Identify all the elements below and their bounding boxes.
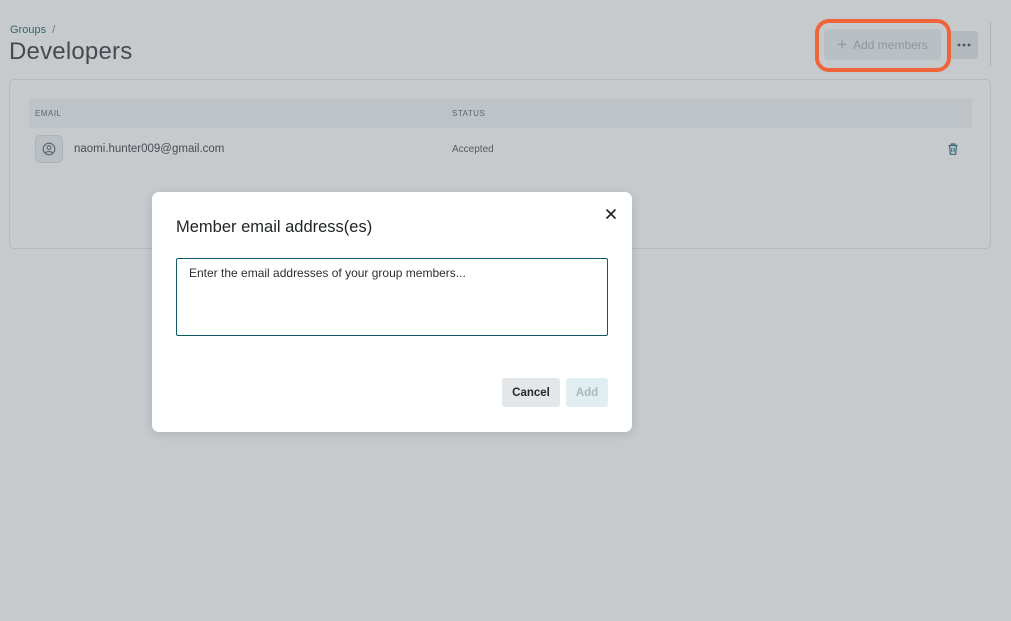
close-icon[interactable] (603, 206, 619, 222)
email-addresses-input[interactable] (176, 258, 608, 336)
add-members-dialog: Member email address(es) Cancel Add (152, 192, 632, 432)
add-button[interactable]: Add (566, 378, 608, 407)
cancel-button[interactable]: Cancel (502, 378, 560, 407)
dialog-title: Member email address(es) (176, 218, 373, 236)
